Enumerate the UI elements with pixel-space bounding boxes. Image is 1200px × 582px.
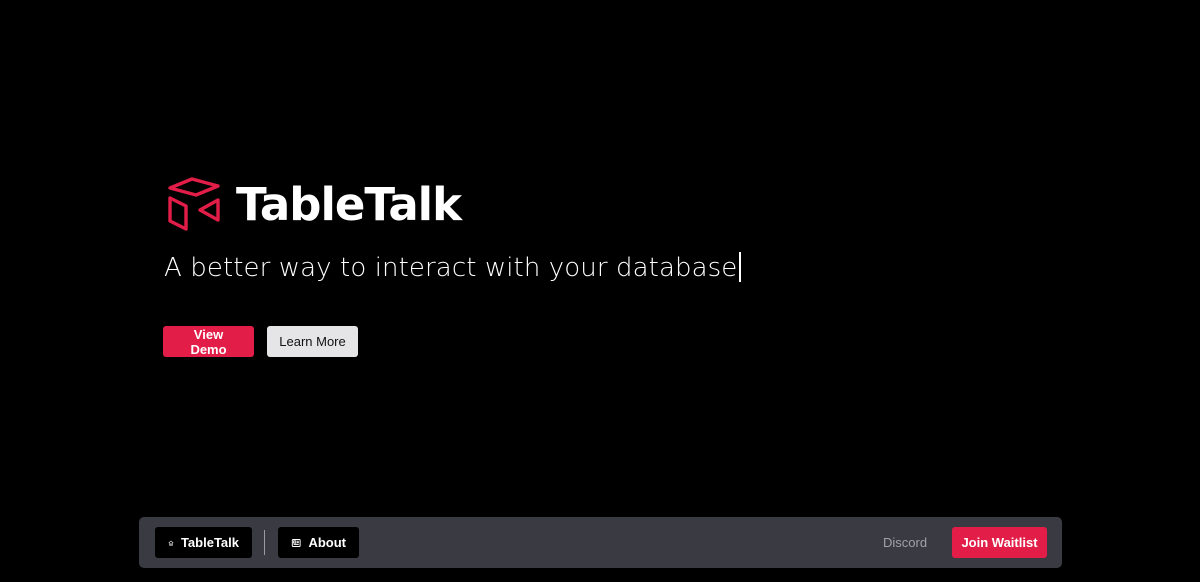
typing-caret bbox=[739, 252, 742, 282]
brand-header: TableTalk bbox=[166, 176, 462, 232]
home-icon bbox=[168, 540, 174, 546]
dock-divider bbox=[264, 530, 265, 555]
view-demo-button[interactable]: View Demo bbox=[163, 326, 254, 357]
dock-home-label: TableTalk bbox=[180, 535, 239, 550]
bottom-dock: TableTalk About Discord Join Waitlist bbox=[139, 517, 1062, 568]
hero-tagline-text: A better way to interact with your datab… bbox=[164, 253, 738, 283]
learn-more-button[interactable]: Learn More bbox=[267, 326, 358, 357]
brand-name: TableTalk bbox=[236, 177, 462, 231]
dock-home-button[interactable]: TableTalk bbox=[155, 527, 252, 558]
dock-about-label: About bbox=[308, 535, 346, 550]
join-waitlist-button[interactable]: Join Waitlist bbox=[952, 527, 1047, 558]
landing-page: TableTalk A better way to interact with … bbox=[0, 0, 1200, 582]
hero-actions: View Demo Learn More bbox=[163, 326, 358, 357]
open-box-icon bbox=[168, 177, 220, 231]
newspaper-icon bbox=[291, 538, 301, 547]
hero-tagline: A better way to interact with your datab… bbox=[164, 250, 742, 286]
discord-link[interactable]: Discord bbox=[883, 527, 927, 558]
dock-about-button[interactable]: About bbox=[278, 527, 359, 558]
